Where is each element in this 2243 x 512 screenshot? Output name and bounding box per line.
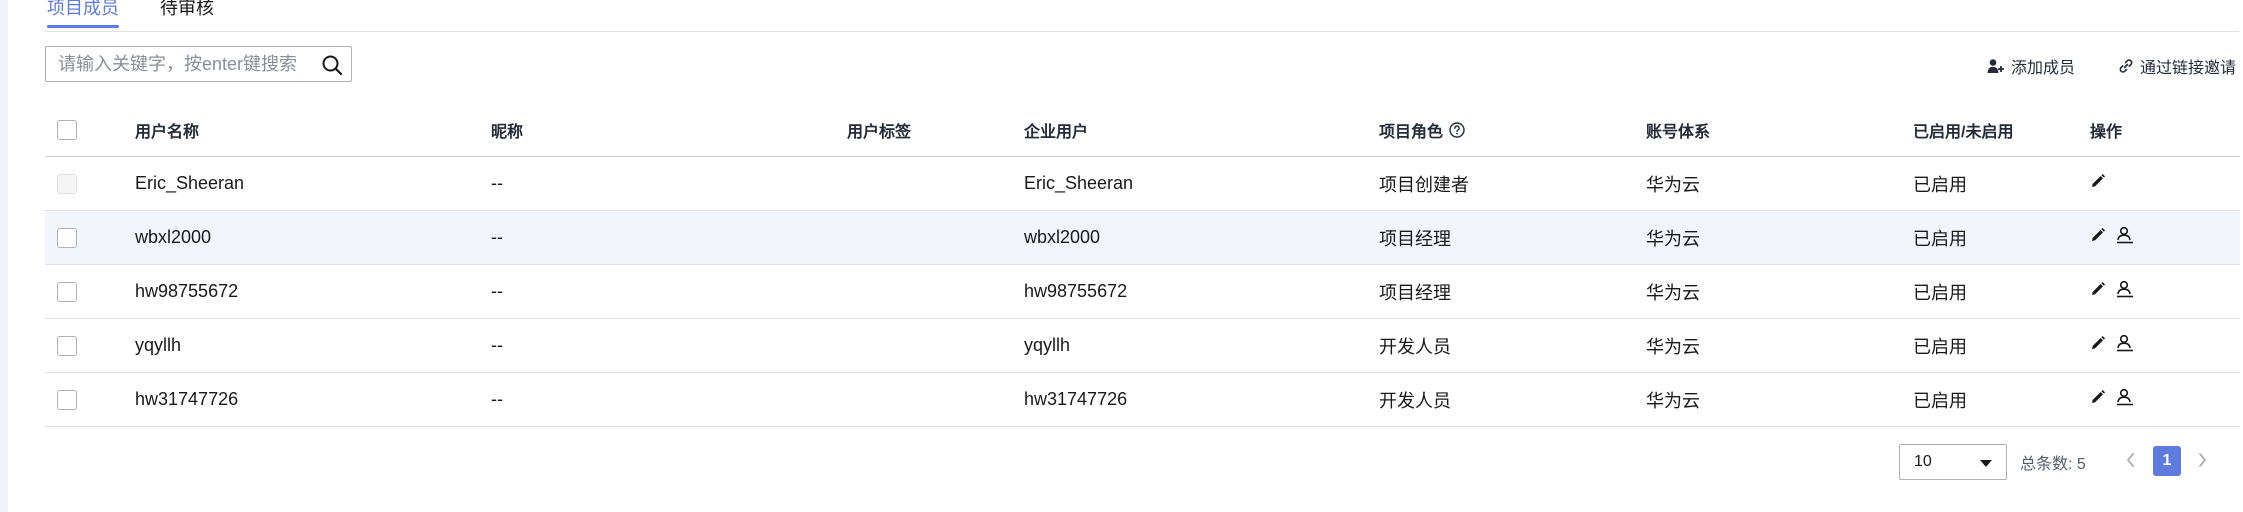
- cell-enterprise-user: yqyllh: [1024, 335, 1071, 355]
- cell-account-system: 华为云: [1646, 228, 1700, 249]
- cell-status: 已启用: [1913, 282, 1967, 303]
- cell-enterprise-user: Eric_Sheeran: [1024, 173, 1134, 193]
- cell-nickname: --: [491, 389, 503, 409]
- cell-nickname: --: [491, 173, 503, 193]
- add-member-button[interactable]: 添加成员: [1987, 54, 2075, 78]
- edit-icon[interactable]: [2090, 173, 2106, 194]
- chevron-right-icon[interactable]: [2196, 452, 2208, 468]
- header-project-role: 项目角色: [1379, 104, 1465, 156]
- members-table: 用户名称 昵称 用户标签 企业用户 项目角色 账号体系 已启用/未启用 操作 E…: [45, 104, 2240, 427]
- row-select-cell: [57, 211, 77, 264]
- chevron-left-icon[interactable]: [2125, 452, 2137, 468]
- link-icon: [2119, 59, 2133, 73]
- tabs-divider: [45, 31, 2239, 32]
- header-username: 用户名称: [135, 124, 200, 141]
- cell-username: hw31747726: [135, 389, 239, 409]
- add-user-icon: [1987, 59, 2004, 73]
- edit-icon[interactable]: [2090, 227, 2106, 248]
- cell-nickname: --: [491, 335, 503, 355]
- search-input[interactable]: [58, 48, 320, 80]
- cell-operations: [2090, 157, 2116, 210]
- help-icon[interactable]: [1449, 122, 1465, 138]
- edit-icon[interactable]: [2090, 389, 2106, 410]
- row-checkbox[interactable]: [57, 389, 77, 410]
- left-rail: [0, 0, 8, 512]
- search-box: [45, 46, 352, 82]
- cell-status: 已启用: [1913, 228, 1967, 249]
- tab-project-members[interactable]: 项目成员: [47, 0, 119, 28]
- cell-operations: [2090, 211, 2134, 264]
- tab-pending-review[interactable]: 待审核: [160, 0, 214, 28]
- cell-project-role: 项目创建者: [1379, 174, 1469, 195]
- active-tab-indicator: [47, 25, 119, 28]
- row-select-cell: [57, 157, 77, 210]
- page-size-select[interactable]: 10: [1899, 444, 2007, 480]
- header-account-system: 账号体系: [1646, 124, 1711, 141]
- cell-enterprise-user: hw98755672: [1024, 281, 1128, 301]
- cell-enterprise-user: wbxl2000: [1024, 227, 1101, 247]
- user-icon[interactable]: [2116, 334, 2134, 357]
- user-icon[interactable]: [2116, 388, 2134, 411]
- cell-project-role: 项目经理: [1379, 228, 1451, 249]
- tab-label: 项目成员: [47, 0, 119, 18]
- table-row: hw31747726 -- hw31747726 开发人员 华为云 已启用: [45, 373, 2240, 427]
- select-all-cell: [57, 104, 77, 156]
- cell-status: 已启用: [1913, 174, 1967, 195]
- cell-username: yqyllh: [135, 335, 182, 355]
- header-status: 已启用/未启用: [1913, 124, 2014, 141]
- table-row: hw98755672 -- hw98755672 项目经理 华为云 已启用: [45, 265, 2240, 319]
- table-row: yqyllh -- yqyllh 开发人员 华为云 已启用: [45, 319, 2240, 373]
- cell-operations: [2090, 319, 2134, 372]
- cell-account-system: 华为云: [1646, 390, 1700, 411]
- cell-status: 已启用: [1913, 336, 1967, 357]
- cell-nickname: --: [491, 227, 503, 247]
- cell-project-role: 开发人员: [1379, 336, 1451, 357]
- table-row: Eric_Sheeran -- Eric_Sheeran 项目创建者 华为云 已启用: [45, 157, 2240, 211]
- cell-account-system: 华为云: [1646, 336, 1700, 357]
- row-checkbox[interactable]: [57, 335, 77, 356]
- page-size-value: 10: [1914, 453, 1932, 470]
- user-icon[interactable]: [2116, 280, 2134, 303]
- edit-icon[interactable]: [2090, 281, 2106, 302]
- edit-icon[interactable]: [2090, 335, 2106, 356]
- row-select-cell: [57, 319, 77, 372]
- cell-nickname: --: [491, 281, 503, 301]
- user-icon[interactable]: [2116, 226, 2134, 249]
- tab-label: 待审核: [160, 0, 214, 18]
- cell-status: 已启用: [1913, 390, 1967, 411]
- header-project-role-label: 项目角色: [1379, 124, 1444, 141]
- cell-project-role: 项目经理: [1379, 282, 1451, 303]
- invite-link-label: 通过链接邀请: [2140, 60, 2237, 77]
- row-checkbox[interactable]: [57, 227, 77, 248]
- row-select-cell: [57, 265, 77, 318]
- cell-operations: [2090, 265, 2134, 318]
- row-select-cell: [57, 373, 77, 426]
- cell-operations: [2090, 373, 2134, 426]
- table-row: wbxl2000 -- wbxl2000 项目经理 华为云 已启用: [45, 211, 2240, 265]
- cell-username: hw98755672: [135, 281, 239, 301]
- total-count: 总条数: 5: [2020, 456, 2086, 473]
- header-user-tag: 用户标签: [847, 124, 912, 141]
- cell-account-system: 华为云: [1646, 174, 1700, 195]
- page-button-current[interactable]: 1: [2153, 446, 2181, 476]
- cell-project-role: 开发人员: [1379, 390, 1451, 411]
- select-all-checkbox[interactable]: [57, 120, 77, 140]
- cell-username: Eric_Sheeran: [135, 173, 245, 193]
- cell-account-system: 华为云: [1646, 282, 1700, 303]
- header-enterprise-user: 企业用户: [1024, 124, 1089, 141]
- header-nickname: 昵称: [491, 124, 524, 141]
- cell-enterprise-user: hw31747726: [1024, 389, 1128, 409]
- cell-username: wbxl2000: [135, 227, 212, 247]
- chevron-down-icon: [1980, 460, 1992, 467]
- search-icon[interactable]: [321, 54, 343, 76]
- add-member-label: 添加成员: [2011, 60, 2076, 77]
- table-header: 用户名称 昵称 用户标签 企业用户 项目角色 账号体系 已启用/未启用 操作: [45, 104, 2240, 157]
- row-checkbox: [57, 173, 77, 194]
- row-checkbox[interactable]: [57, 281, 77, 302]
- invite-link-button[interactable]: 通过链接邀请: [2118, 54, 2236, 78]
- header-operations: 操作: [2090, 124, 2123, 141]
